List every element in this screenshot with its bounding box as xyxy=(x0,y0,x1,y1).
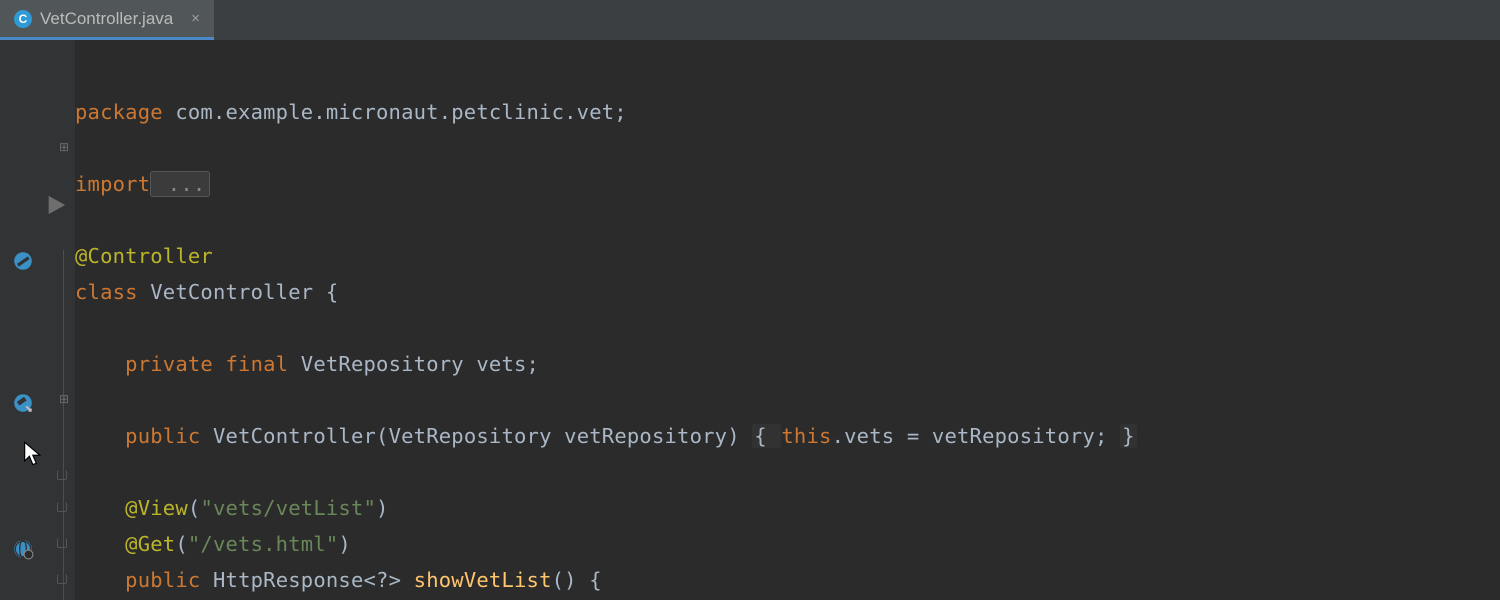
paren: ) xyxy=(376,496,389,520)
folded-imports[interactable]: ... xyxy=(150,171,210,197)
keyword: this xyxy=(781,424,831,448)
keyword: class xyxy=(75,280,138,304)
keyword: public xyxy=(125,424,200,448)
keyword: import xyxy=(75,172,150,196)
fold-collapse-icon[interactable] xyxy=(57,538,67,548)
annotation: @View xyxy=(125,496,188,520)
fold-collapse-icon[interactable] xyxy=(57,502,67,512)
fold-expand-icon[interactable]: ⊞ xyxy=(57,140,71,154)
brace: { xyxy=(326,280,339,304)
fold-collapse-icon[interactable] xyxy=(57,574,67,584)
keyword: package xyxy=(75,100,163,124)
string-literal: "/vets.html" xyxy=(188,532,339,556)
brace: { xyxy=(752,424,781,448)
code-line: class VetController { xyxy=(75,280,338,304)
equals: = xyxy=(894,424,932,448)
code-line: @Get("/vets.html") xyxy=(75,532,351,556)
params: (VetRepository vetRepository) xyxy=(376,424,752,448)
code-line: @View("vets/vetList") xyxy=(75,496,389,520)
annotation: @Controller xyxy=(75,244,213,268)
code-line: import ... xyxy=(75,171,210,197)
editor-area: ⊞ ⊞ package com.example.micronaut.petcli… xyxy=(0,40,1500,600)
code-line: public HttpResponse<?> showVetList() { xyxy=(75,568,602,592)
class-file-icon: C xyxy=(14,10,32,28)
package-path: com.example.micronaut.petclinic.vet; xyxy=(163,100,627,124)
keyword: private xyxy=(125,352,213,376)
method-name: showVetList xyxy=(414,568,552,592)
class-name: VetController xyxy=(138,280,326,304)
editor-tab[interactable]: C VetController.java × xyxy=(0,0,214,40)
close-tab-icon[interactable]: × xyxy=(191,10,200,27)
bean-icon[interactable] xyxy=(12,250,34,272)
code-editor[interactable]: package com.example.micronaut.petclinic.… xyxy=(75,40,1191,600)
inject-icon[interactable] xyxy=(12,392,34,414)
type: VetRepository xyxy=(288,352,476,376)
type: HttpResponse<?> xyxy=(200,568,413,592)
paren: ( xyxy=(188,496,201,520)
fold-column: ⊞ ⊞ xyxy=(57,40,73,600)
code-line: package com.example.micronaut.petclinic.… xyxy=(75,100,627,124)
keyword: final xyxy=(213,352,288,376)
fold-expand-icon[interactable]: ⊞ xyxy=(57,392,71,406)
dot: . xyxy=(832,424,845,448)
tab-filename: VetController.java xyxy=(40,9,173,29)
field: vets xyxy=(476,352,526,376)
semicolon: ; xyxy=(527,352,540,376)
signature-rest: () { xyxy=(552,568,602,592)
annotation: @Get xyxy=(125,532,175,556)
gutter[interactable]: ⊞ ⊞ xyxy=(0,40,75,600)
code-line: @Controller xyxy=(75,244,213,268)
code-line: public VetController(VetRepository vetRe… xyxy=(75,424,1137,448)
paren: ( xyxy=(175,532,188,556)
keyword: public xyxy=(125,568,200,592)
fold-collapse-icon[interactable] xyxy=(57,470,67,480)
paren: ) xyxy=(338,532,351,556)
tab-bar: C VetController.java × xyxy=(0,0,1500,40)
brace: } xyxy=(1120,424,1137,448)
string-literal: "vets/vetList" xyxy=(200,496,376,520)
field: vets xyxy=(844,424,894,448)
endpoint-icon[interactable] xyxy=(12,538,34,560)
identifier: vetRepository; xyxy=(932,424,1120,448)
constructor-name: VetController xyxy=(200,424,376,448)
code-line: private final VetRepository vets; xyxy=(75,352,539,376)
